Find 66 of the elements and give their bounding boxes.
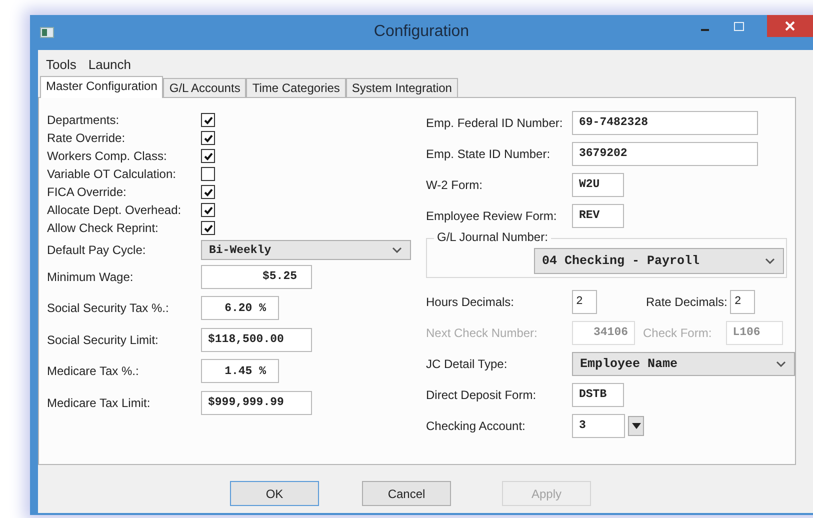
dialog-button[interactable]: Cancel: [362, 481, 451, 506]
field-label: Next Check Number:: [426, 326, 538, 340]
tab[interactable]: Time Categories: [246, 78, 346, 97]
input-field[interactable]: 69-7482328: [572, 110, 758, 134]
input-field[interactable]: $999,999.99: [201, 390, 312, 415]
tab[interactable]: Master Configuration: [40, 76, 164, 98]
tab[interactable]: G/L Accounts: [163, 78, 246, 97]
field-label: W-2 Form:: [426, 178, 484, 192]
checkbox[interactable]: [201, 221, 215, 235]
field-label: Departments:: [47, 113, 120, 127]
field-label: Emp. Federal ID Number:: [426, 116, 564, 130]
field-label: Check Form:: [643, 326, 712, 340]
field-label: Rate Decimals:: [646, 294, 728, 308]
checkbox[interactable]: [201, 185, 215, 199]
field-label: Workers Comp. Class:: [47, 149, 168, 163]
field-label: Default Pay Cycle:: [47, 243, 147, 257]
maximize-icon[interactable]: [733, 21, 745, 33]
checkbox[interactable]: [201, 167, 215, 181]
checkbox[interactable]: [201, 131, 215, 145]
menu-item[interactable]: Launch: [88, 56, 132, 72]
field-label: Minimum Wage:: [47, 270, 134, 284]
app-icon: [40, 27, 54, 38]
menu-item[interactable]: Tools: [46, 56, 76, 72]
input-field[interactable]: 3679202: [572, 142, 758, 166]
chevron-icon: [392, 247, 402, 253]
field-label: Employee Review Form:: [426, 208, 558, 222]
field-label: Variable OT Calculation:: [47, 167, 177, 181]
dropdown[interactable]: Employee Name: [572, 352, 795, 376]
field-label: Direct Deposit Form:: [426, 388, 538, 402]
tab[interactable]: System Integration: [346, 78, 458, 97]
dropdown-button[interactable]: [628, 416, 644, 436]
close-icon: [785, 21, 795, 31]
input-field[interactable]: $118,500.00: [201, 328, 312, 352]
checkbox[interactable]: [201, 203, 215, 217]
checkbox[interactable]: [201, 113, 215, 127]
field-label: Social Security Limit:: [47, 332, 160, 347]
chevron-icon: [765, 258, 775, 264]
input-field[interactable]: 2: [572, 290, 597, 314]
field-label: JC Detail Type:: [426, 356, 508, 370]
input-field[interactable]: DSTB: [572, 382, 624, 406]
dialog-button[interactable]: OK: [230, 481, 319, 506]
dropdown[interactable]: 04 Checking - Payroll: [534, 248, 784, 274]
triangle-icon: [632, 422, 640, 428]
input-field[interactable]: 6.20 %: [201, 296, 279, 320]
field-label: Checking Account:: [426, 418, 526, 432]
field-label: FICA Override:: [47, 185, 128, 199]
field-label: Rate Override:: [47, 131, 126, 145]
field-label: Allocate Dept. Overhead:: [47, 203, 182, 217]
input-field[interactable]: W2U: [572, 172, 624, 196]
field-label: Medicare Tax Limit:: [47, 396, 152, 410]
close-button[interactable]: [767, 15, 813, 37]
field-label: Social Security Tax %.:: [47, 301, 170, 316]
input-field[interactable]: 1.45 %: [201, 359, 279, 384]
group-label: G/L Journal Number:: [434, 230, 551, 244]
chevron-icon: [776, 360, 786, 366]
input-field[interactable]: 3: [572, 414, 625, 438]
dropdown[interactable]: Bi-Weekly: [201, 240, 411, 260]
input-field[interactable]: 2: [730, 290, 756, 314]
field-label: Emp. State ID Number:: [426, 146, 552, 160]
field-label: Allow Check Reprint:: [47, 221, 160, 235]
checkbox[interactable]: [201, 149, 215, 163]
field-label: Hours Decimals:: [426, 294, 516, 308]
window-title: Configuration: [374, 23, 470, 41]
input-field[interactable]: $5.25: [201, 264, 312, 289]
input-field[interactable]: REV: [572, 204, 624, 228]
field-label: Medicare Tax %.:: [47, 364, 140, 378]
